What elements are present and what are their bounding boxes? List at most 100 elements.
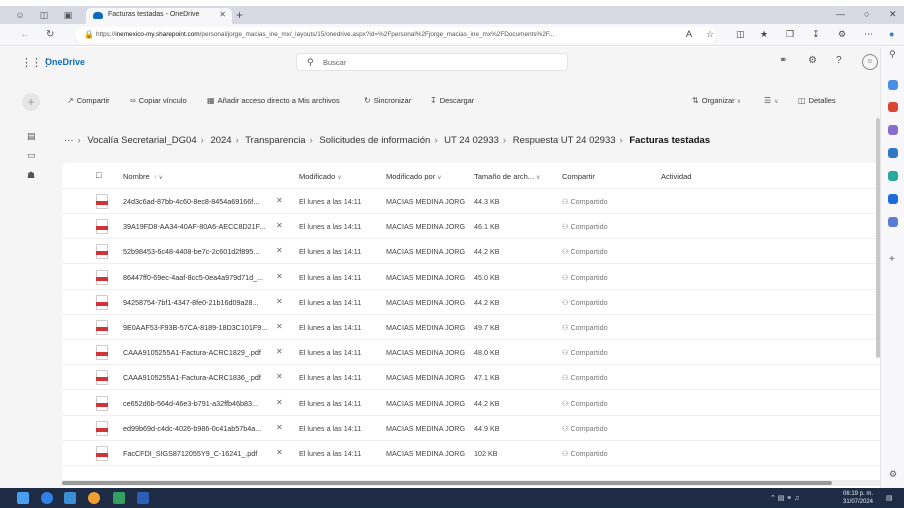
word-icon[interactable] (137, 492, 149, 504)
browser-tab[interactable]: Facturas testadas - OneDrive ✕ (86, 8, 232, 24)
breadcrumb-item[interactable]: UT 24 02933 (444, 135, 499, 146)
view-options-button[interactable]: ☰ ∨ (764, 96, 779, 105)
pin-icon[interactable]: ✕ (276, 347, 283, 356)
file-name[interactable]: ed99b69d-c4dc-4026-b986-0c41ab57b4a... (123, 424, 261, 433)
teams-icon[interactable] (888, 217, 898, 227)
file-name[interactable]: CAAA9105255A1-Factura-ACRC1829_.pdf (123, 348, 261, 357)
file-name[interactable]: 24d3c6ad-87bb-4c60-8ec8-8454a69166f... (123, 197, 259, 206)
column-modified[interactable]: Modificado ∨ (299, 172, 342, 181)
sidebar-search-icon[interactable]: ⚲ (889, 49, 896, 60)
table-row[interactable]: FacCFDI_SIGS8712055Y9_C-16241_.pdf El lun… (62, 441, 880, 466)
file-name[interactable]: 52b98453-6c48-4408-be7c-2c601d2f895... (123, 247, 259, 256)
restore-icon[interactable]: ○ (864, 9, 869, 19)
folder-icon[interactable]: ▭ (27, 150, 36, 161)
pin-icon[interactable]: ✕ (276, 196, 283, 205)
table-row[interactable]: CAAA9105255A1-Factura-ACRC1836_.pdf El lu… (62, 365, 880, 391)
notifications-icon[interactable]: ▤ (886, 494, 893, 502)
clock[interactable]: 06:19 p. m. 31/07/2024 (836, 490, 880, 506)
file-name[interactable]: FacCFDI_SIGS8712055Y9_C-16241_.pdf (123, 449, 257, 458)
sync-button[interactable]: ↻ Sincronizar (364, 96, 411, 105)
copy-link-button[interactable]: ∞ Copiar vínculo (130, 96, 187, 105)
horizontal-scrollbar[interactable] (60, 480, 880, 486)
split-screen-icon[interactable]: ◫ (736, 29, 745, 40)
close-window-icon[interactable]: ✕ (889, 9, 897, 20)
app-icon[interactable] (113, 492, 125, 504)
settings-gear-icon[interactable]: ⚙ (808, 55, 817, 66)
more-icon[interactable]: ⋯ (864, 29, 873, 40)
shared-icon[interactable]: ☗ (27, 170, 35, 181)
tools-icon[interactable] (888, 125, 898, 135)
pin-icon[interactable]: ✕ (276, 246, 283, 255)
file-sharing[interactable]: ⚇ Compartido (562, 197, 608, 206)
breadcrumb-item[interactable]: Transparencia (245, 135, 305, 146)
pin-icon[interactable]: ✕ (276, 297, 283, 306)
pin-icon[interactable]: ✕ (276, 372, 283, 381)
table-row[interactable]: 94258754-7bf1-4347-8fe0-21b16d09a28... El… (62, 290, 880, 315)
search-input[interactable]: Buscar (323, 58, 346, 67)
profile-icon[interactable]: ☺ (14, 9, 26, 21)
file-sharing[interactable]: ⚇ Compartido (562, 222, 608, 231)
share-button[interactable]: ↗ Compartir (67, 96, 110, 105)
breadcrumb-item[interactable]: Vocalía Secretarial_DG04 (87, 135, 196, 146)
column-modified-by[interactable]: Modificado por ∨ (386, 172, 442, 181)
copilot-icon[interactable]: ● (889, 29, 894, 39)
file-name[interactable]: 39A19FD8-AA34-40AF-80A6-AECC8D21F... (123, 222, 265, 231)
file-sharing[interactable]: ⚇ Compartido (562, 399, 608, 408)
breadcrumb-item[interactable]: Respuesta UT 24 02933 (513, 135, 616, 146)
details-button[interactable]: ◫ Detalles (798, 96, 836, 105)
table-row[interactable]: 52b98453-6c48-4408-be7c-2c601d2f895... El… (62, 239, 880, 265)
download-button[interactable]: ↧ Descargar (430, 96, 474, 105)
edge-icon[interactable] (41, 492, 53, 504)
file-name[interactable]: CAAA9105255A1-Factura-ACRC1836_.pdf (123, 373, 261, 382)
home-icon[interactable]: ▤ (27, 131, 36, 142)
file-name[interactable]: 9E0AAF53-F93B-57CA-8189-18D3C101F9... (123, 323, 267, 332)
search-box[interactable]: ⚲ Buscar (296, 53, 568, 71)
pin-icon[interactable]: ✕ (276, 221, 283, 230)
file-sharing[interactable]: ⚇ Compartido (562, 348, 608, 357)
minimize-icon[interactable]: — (836, 9, 845, 19)
share-people-icon[interactable]: ⚭ (779, 55, 787, 66)
file-name[interactable]: 86447ff0-69ec-4aaf-8cc5-0ea4a979d71d_... (123, 273, 263, 282)
table-row[interactable]: 86447ff0-69ec-4aaf-8cc5-0ea4a979d71d_...… (62, 265, 880, 290)
tab-actions-icon[interactable]: ▣ (62, 9, 74, 21)
breadcrumb-item[interactable]: 2024 (210, 135, 231, 146)
new-tab-button[interactable]: + (236, 8, 243, 22)
table-row[interactable]: ed99b69d-c4dc-4026-b986-0c41ab57b4a... El… (62, 416, 880, 441)
file-sharing[interactable]: ⚇ Compartido (562, 247, 608, 256)
table-row[interactable]: 39A19FD8-AA34-40AF-80A6-AECC8D21F... El l… (62, 214, 880, 240)
sidebar-settings-icon[interactable]: ⚙ (889, 469, 897, 480)
onedrive-brand[interactable]: OneDrive (45, 57, 85, 67)
extensions-icon[interactable]: ⚙ (838, 29, 846, 40)
avatar[interactable]: ☺ (862, 54, 878, 70)
file-sharing[interactable]: ⚇ Compartido (562, 373, 608, 382)
column-activity[interactable]: Actividad (661, 172, 691, 181)
add-sidebar-app-icon[interactable]: + (889, 254, 895, 265)
copilot-sidebar-icon[interactable] (888, 80, 898, 90)
outlook-icon[interactable] (888, 194, 898, 204)
breadcrumb-item[interactable]: Solicitudes de información (319, 135, 430, 146)
shopping-icon[interactable] (888, 102, 898, 112)
workspaces-icon[interactable]: ◫ (38, 9, 50, 21)
file-name[interactable]: ce652d6b-564d-46e3-b791-a32ffb46b83... (123, 399, 258, 408)
column-name[interactable]: Nombre ↑ ∨ (123, 172, 163, 181)
scroll-thumb[interactable] (62, 481, 832, 485)
pin-icon[interactable]: ✕ (276, 322, 283, 331)
table-row[interactable]: CAAA9105255A1-Factura-ACRC1829_.pdf El lu… (62, 340, 880, 366)
read-aloud-icon[interactable]: A (686, 29, 692, 39)
pin-icon[interactable]: ✕ (276, 398, 283, 407)
favorites-icon[interactable]: ★ (760, 29, 768, 40)
favorite-star-icon[interactable]: ☆ (706, 29, 714, 40)
pin-icon[interactable]: ✕ (276, 448, 283, 457)
file-sharing[interactable]: ⚇ Compartido (562, 273, 608, 282)
pin-icon[interactable]: ✕ (276, 272, 283, 281)
file-sharing[interactable]: ⚇ Compartido (562, 298, 608, 307)
collections-icon[interactable]: ❒ (786, 29, 794, 40)
games-icon[interactable] (888, 148, 898, 158)
create-new-button[interactable]: + (22, 93, 40, 111)
back-icon[interactable]: ← (20, 29, 30, 40)
refresh-icon[interactable]: ↻ (46, 29, 54, 40)
close-tab-icon[interactable]: ✕ (219, 10, 226, 19)
organize-button[interactable]: ⇅ Organizar ∨ (692, 96, 741, 105)
breadcrumb-ellipsis[interactable]: ··· (64, 135, 74, 146)
url-field[interactable]: 🔒 https://inemexico-my.sharepoint.com/pe… (76, 27, 716, 43)
